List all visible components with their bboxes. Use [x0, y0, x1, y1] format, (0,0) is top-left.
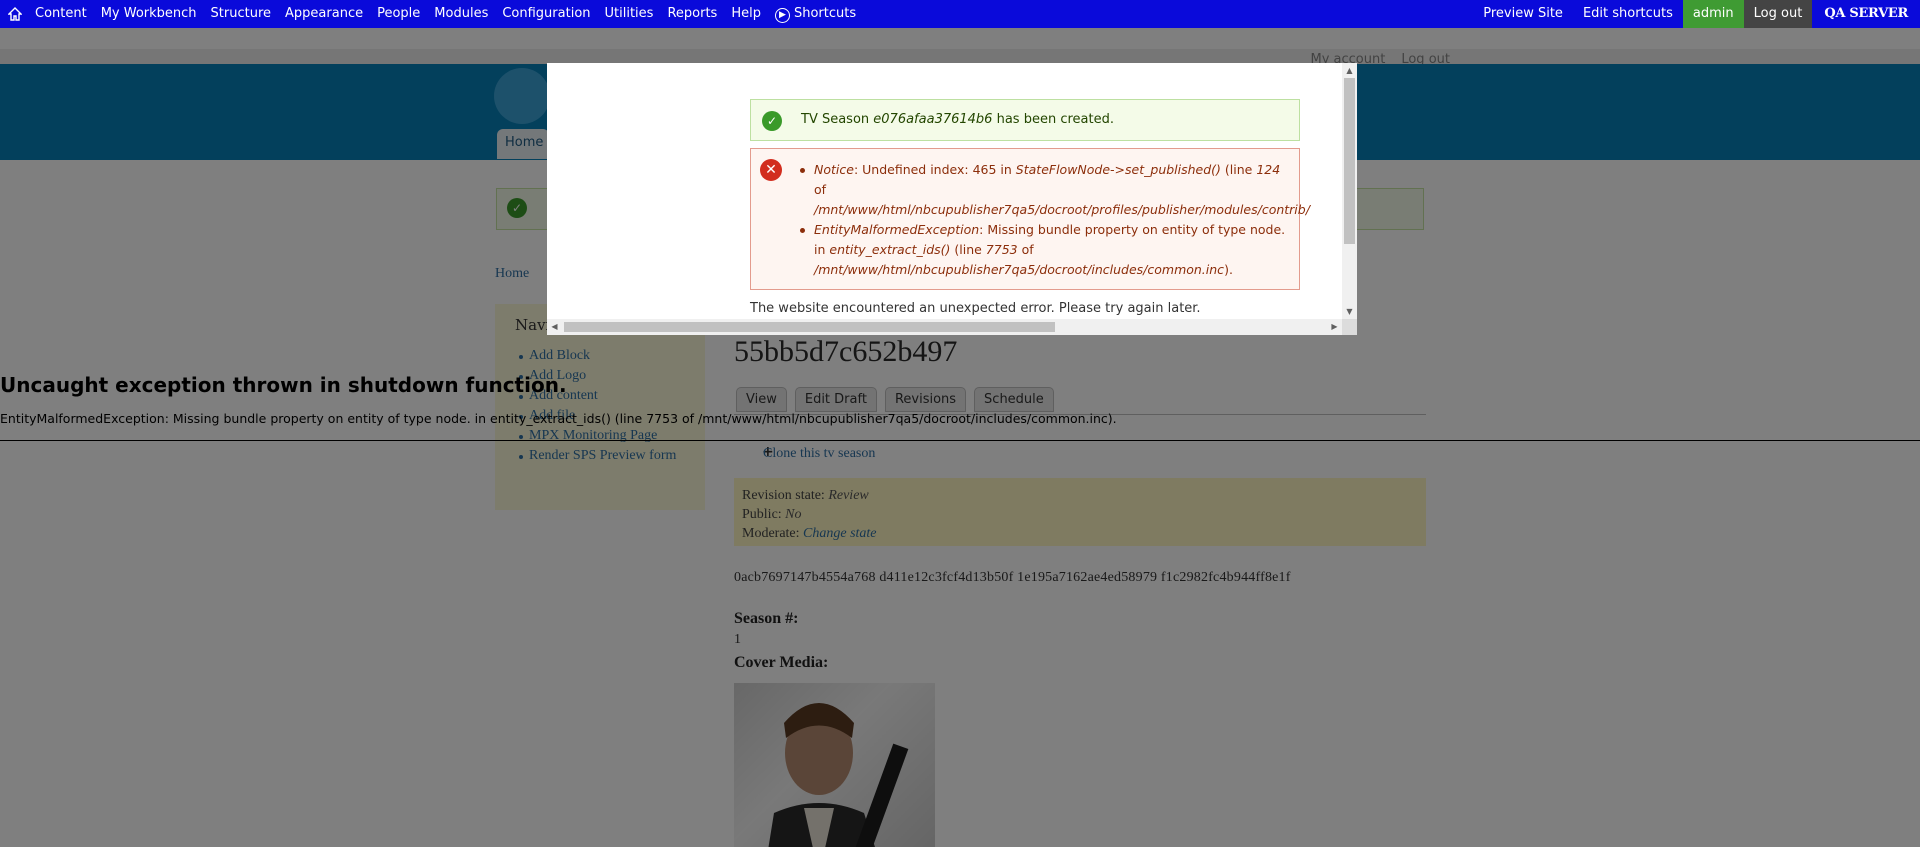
toolbar-item-structure[interactable]: Structure — [204, 0, 278, 28]
toolbar-item-content[interactable]: Content — [28, 0, 94, 28]
toolbar-logout-link[interactable]: Log out — [1743, 0, 1813, 28]
preview-site-link[interactable]: Preview Site — [1473, 0, 1573, 28]
season-name: e076afaa37614b6 — [873, 112, 993, 127]
admin-toolbar: Content My Workbench Structure Appearanc… — [0, 0, 1920, 28]
scroll-right-icon[interactable]: ▶ — [1327, 319, 1342, 335]
admin-user-link[interactable]: admin — [1682, 0, 1744, 28]
toolbar-item-people[interactable]: People — [370, 0, 427, 28]
horizontal-scroll-thumb[interactable] — [564, 322, 1055, 332]
error-item-exception: EntityMalformedException: Missing bundle… — [800, 220, 1357, 280]
horizontal-scrollbar[interactable]: ◀ ▶ — [547, 319, 1342, 335]
error-message: ✕ Notice: Undefined index: 465 in StateF… — [750, 148, 1310, 290]
scroll-down-icon[interactable]: ▼ — [1342, 304, 1357, 319]
scroll-left-icon[interactable]: ◀ — [547, 319, 562, 335]
status-text: TV Season e076afaa37614b6 has been creat… — [801, 112, 1114, 127]
unexpected-error-text: The website encountered an unexpected er… — [750, 301, 1201, 316]
vertical-scroll-thumb[interactable] — [1344, 78, 1355, 244]
toolbar-item-shortcuts[interactable]: ▶ Shortcuts — [768, 0, 863, 28]
error-list: Notice: Undefined index: 465 in StateFlo… — [800, 160, 1357, 280]
vertical-scrollbar[interactable]: ▲ ▼ — [1342, 63, 1357, 319]
toolbar-item-reports[interactable]: Reports — [660, 0, 724, 28]
error-icon: ✕ — [760, 159, 782, 181]
scrollbar-corner — [1342, 319, 1357, 335]
shortcuts-label: Shortcuts — [793, 6, 857, 21]
toolbar-item-utilities[interactable]: Utilities — [598, 0, 661, 28]
server-badge: QA SERVER — [1824, 6, 1908, 21]
edit-shortcuts-link[interactable]: Edit shortcuts — [1573, 0, 1683, 28]
home-icon[interactable] — [2, 0, 28, 28]
toolbar-item-appearance[interactable]: Appearance — [278, 0, 370, 28]
check-icon: ✓ — [762, 111, 782, 131]
toolbar-item-configuration[interactable]: Configuration — [495, 0, 597, 28]
scroll-up-icon[interactable]: ▲ — [1342, 63, 1357, 78]
modal-dialog: ✓ TV Season e076afaa37614b6 has been cre… — [547, 63, 1357, 335]
toolbar-item-modules[interactable]: Modules — [427, 0, 495, 28]
toolbar-menu: Content My Workbench Structure Appearanc… — [0, 0, 863, 28]
toolbar-right: Preview Site Edit shortcuts admin Log ou… — [1473, 0, 1920, 28]
status-message: ✓ TV Season e076afaa37614b6 has been cre… — [750, 99, 1300, 141]
error-item-notice: Notice: Undefined index: 465 in StateFlo… — [800, 160, 1357, 220]
chevron-right-circle-icon: ▶ — [774, 7, 790, 23]
toolbar-item-my-workbench[interactable]: My Workbench — [94, 0, 204, 28]
toolbar-item-help[interactable]: Help — [724, 0, 768, 28]
